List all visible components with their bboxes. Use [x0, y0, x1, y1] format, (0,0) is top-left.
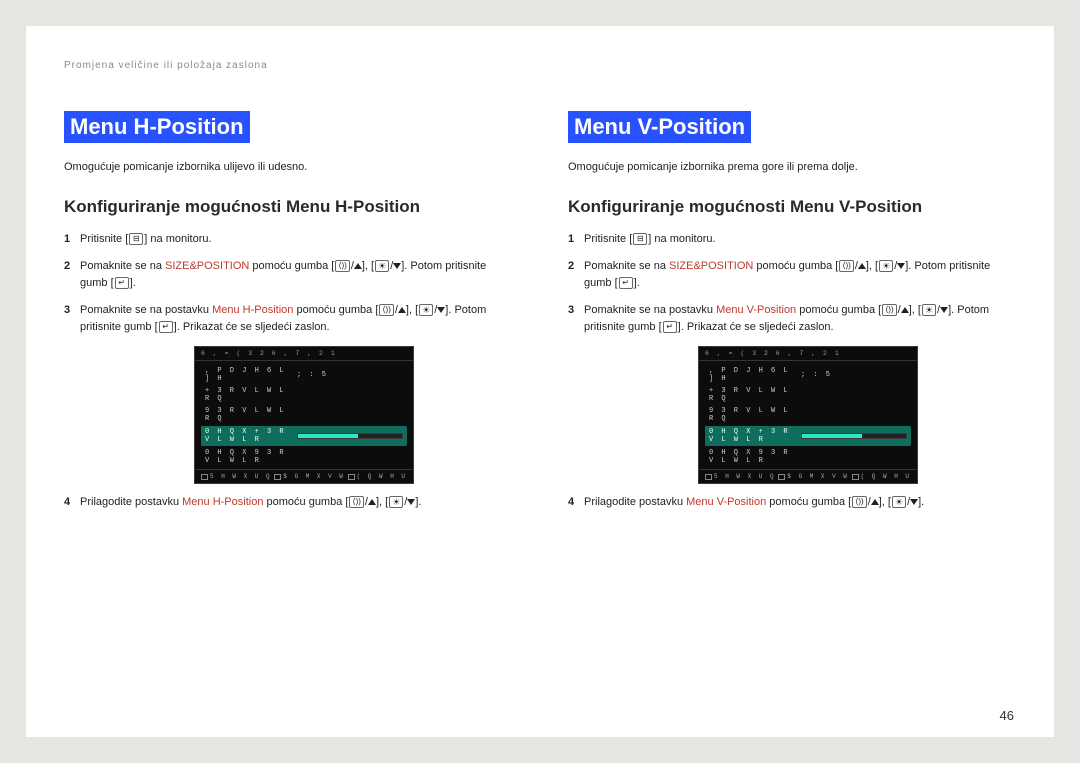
- step-h-3: Pomaknite se na postavku Menu H-Position…: [64, 302, 512, 336]
- osd-body: , P D J H 6 L ] H ; : 5 + 3 R V L W L R …: [195, 361, 413, 469]
- osd-header: 6 , = ( 3 2 6 , 7 , 2 1: [195, 347, 413, 361]
- osd-screenshot-v: 6 , = ( 3 2 6 , 7 , 2 1 , P D J H 6 L ] …: [698, 346, 918, 484]
- breadcrumb: Promjena veličine ili položaja zaslona: [64, 60, 1016, 71]
- osd-slider-fill: [298, 434, 358, 438]
- adjust-icon: [274, 474, 281, 480]
- right-column: Menu V-Position Omogućuje pomicanje izbo…: [568, 111, 1016, 521]
- section-title-v: Menu V-Position: [568, 111, 751, 143]
- two-column-layout: Menu H-Position Omogućuje pomicanje izbo…: [64, 111, 1016, 521]
- step-v-3: Pomaknite se na postavku Menu V-Position…: [568, 302, 1016, 336]
- steps-v-cont: Prilagodite postavku Menu V-Position pom…: [568, 494, 1016, 511]
- enter-icon: [348, 474, 355, 480]
- page-number: 46: [1000, 708, 1014, 723]
- osd-footer: 5 H W X U Q $ G M X V W ( Q W H U: [195, 469, 413, 483]
- osd-screenshot-h: 6 , = ( 3 2 6 , 7 , 2 1 , P D J H 6 L ] …: [194, 346, 414, 484]
- steps-h: Pritisnite [⊟] na monitoru. Pomaknite se…: [64, 231, 512, 336]
- left-column: Menu H-Position Omogućuje pomicanje izbo…: [64, 111, 512, 521]
- subheading-v: Konfiguriranje mogućnosti Menu V-Positio…: [568, 197, 1016, 217]
- section-title-h: Menu H-Position: [64, 111, 250, 143]
- section-desc-v: Omogućuje pomicanje izbornika prema gore…: [568, 161, 1016, 173]
- return-icon: [201, 474, 208, 480]
- steps-h-cont: Prilagodite postavku Menu H-Position pom…: [64, 494, 512, 511]
- osd-selected-row: 0 H Q X + 3 R V L W L R: [201, 426, 407, 446]
- section-desc-h: Omogućuje pomicanje izbornika ulijevo il…: [64, 161, 512, 173]
- step-v-4: Prilagodite postavku Menu V-Position pom…: [568, 494, 1016, 511]
- step-v-2: Pomaknite se na SIZE&POSITION pomoću gum…: [568, 258, 1016, 292]
- osd-slider: [297, 433, 403, 439]
- step-v-1: Pritisnite [⊟] na monitoru.: [568, 231, 1016, 248]
- steps-v: Pritisnite [⊟] na monitoru. Pomaknite se…: [568, 231, 1016, 336]
- step-h-4: Prilagodite postavku Menu H-Position pom…: [64, 494, 512, 511]
- subheading-h: Konfiguriranje mogućnosti Menu H-Positio…: [64, 197, 512, 217]
- step-h-1: Pritisnite [⊟] na monitoru.: [64, 231, 512, 248]
- manual-page: Promjena veličine ili položaja zaslona M…: [26, 26, 1054, 737]
- step-h-2: Pomaknite se na SIZE&POSITION pomoću gum…: [64, 258, 512, 292]
